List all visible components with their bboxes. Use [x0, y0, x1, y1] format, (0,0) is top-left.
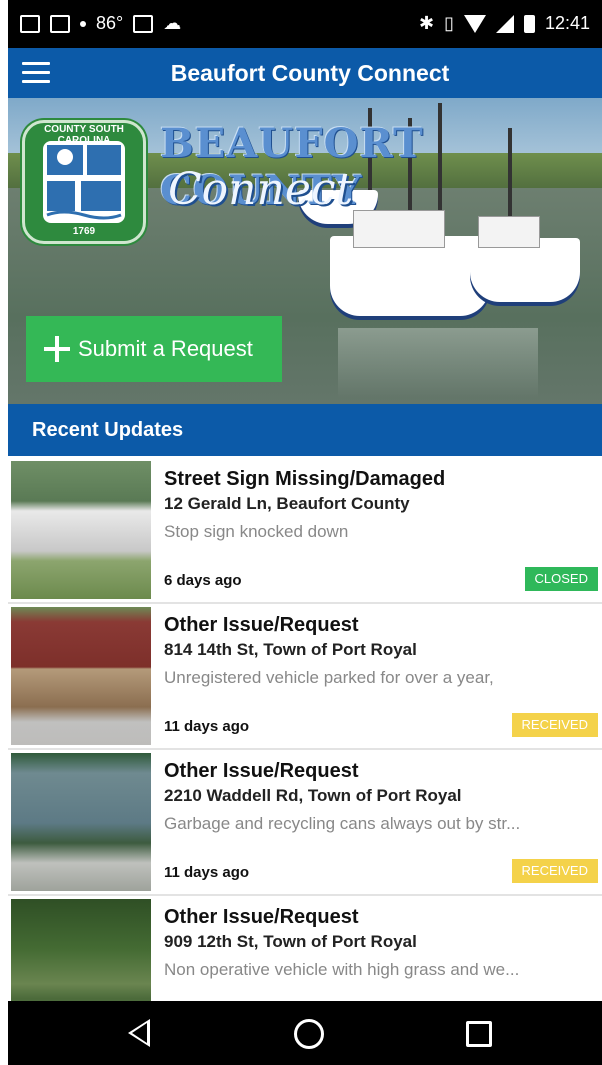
vibrate-icon: ▯ [444, 13, 454, 33]
notification-icon [20, 14, 40, 33]
home-icon[interactable] [294, 1019, 324, 1049]
submit-request-button[interactable]: Submit a Request [26, 316, 282, 382]
status-bar: 86° ☁ ✱ ▯ 12:41 [8, 0, 602, 48]
recent-apps-icon[interactable] [466, 1021, 492, 1047]
battery-icon [523, 14, 535, 33]
boat-cabin [353, 210, 445, 248]
app-bar: Beaufort County Connect [8, 48, 602, 98]
item-description: Garbage and recycling cans always out by… [164, 814, 521, 833]
submit-request-label: Submit a Request [78, 336, 253, 361]
shrimp-boat [330, 236, 490, 316]
item-title: Other Issue/Request [164, 614, 359, 636]
wifi-icon [463, 14, 486, 33]
updates-list[interactable]: Street Sign Missing/Damaged 12 Gerald Ln… [8, 458, 602, 1001]
item-description: Stop sign knocked down [164, 522, 349, 541]
item-title: Other Issue/Request [164, 906, 359, 928]
status-badge: RECEIVED [511, 713, 598, 737]
item-address: 909 12th St, Town of Port Royal [164, 932, 417, 951]
list-item[interactable]: Street Sign Missing/Damaged 12 Gerald Ln… [8, 458, 602, 604]
item-description: Unregistered vehicle parked for over a y… [164, 668, 494, 687]
item-title: Other Issue/Request [164, 760, 359, 782]
hero-subtitle: Connect [168, 164, 354, 215]
list-item[interactable]: Other Issue/Request 909 12th St, Town of… [8, 896, 602, 1001]
seal-year: 1769 [72, 226, 96, 237]
hero-banner: COUNTY SOUTH CAROLINA 1769 BEAUFORT COUN… [8, 98, 602, 404]
bluetooth-icon: ✱ [418, 13, 435, 33]
item-title: Street Sign Missing/Damaged [164, 468, 446, 490]
item-thumbnail [11, 899, 151, 1001]
seal-emblem-icon [46, 145, 122, 220]
list-item[interactable]: Other Issue/Request 2210 Waddell Rd, Tow… [8, 750, 602, 896]
temperature-text: 86° [96, 13, 124, 33]
gmail-icon [50, 14, 70, 33]
cell-signal-icon [495, 14, 514, 33]
item-time: 11 days ago [164, 864, 250, 881]
weather-app-icon [133, 14, 154, 33]
item-description: Non operative vehicle with high grass an… [164, 960, 520, 979]
clock-text: 12:41 [544, 13, 590, 33]
cloud-sync-icon: ☁ [163, 13, 182, 33]
boat-cabin [478, 216, 540, 248]
list-item[interactable]: Other Issue/Request 814 14th St, Town of… [8, 604, 602, 750]
item-time: 11 days ago [164, 718, 250, 735]
plus-icon [44, 336, 70, 362]
item-thumbnail [11, 753, 151, 891]
item-thumbnail [11, 461, 151, 599]
county-seal-logo: COUNTY SOUTH CAROLINA 1769 [22, 120, 146, 244]
back-icon[interactable] [128, 1019, 150, 1047]
item-address: 2210 Waddell Rd, Town of Port Royal [164, 786, 462, 805]
item-address: 12 Gerald Ln, Beaufort County [164, 494, 410, 513]
item-thumbnail [11, 607, 151, 745]
app-screen: 86° ☁ ✱ ▯ 12:41 Beaufort County Connect [8, 0, 602, 1065]
water-reflection [338, 328, 538, 398]
app-title: Beaufort County Connect [170, 60, 450, 86]
item-time: 6 days ago [164, 572, 242, 589]
status-badge: RECEIVED [511, 859, 598, 883]
dot-icon [80, 20, 86, 27]
item-address: 814 14th St, Town of Port Royal [164, 640, 417, 659]
status-badge: CLOSED [524, 567, 598, 591]
recent-updates-header: Recent Updates [8, 404, 602, 456]
system-nav-bar [8, 1001, 602, 1065]
seal-emblem [43, 141, 125, 223]
